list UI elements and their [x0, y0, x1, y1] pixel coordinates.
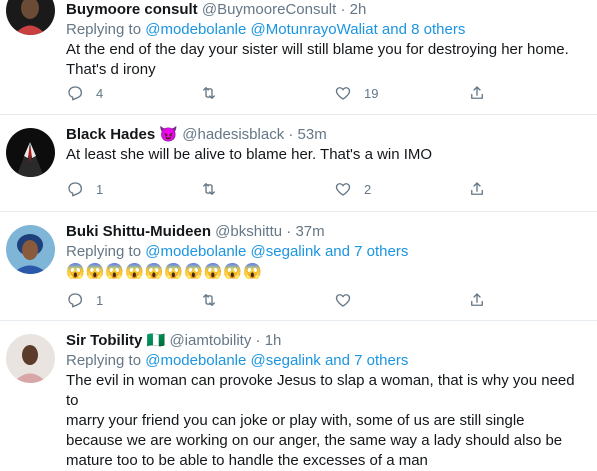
- reply-button[interactable]: 1: [66, 180, 200, 198]
- author-emoji-badge: 😈: [159, 126, 179, 143]
- timestamp[interactable]: 1h: [265, 332, 282, 349]
- retweet-icon: [203, 183, 215, 195]
- like-count: 2: [364, 181, 372, 197]
- retweet-button[interactable]: [200, 84, 334, 102]
- retweet-icon: [203, 294, 215, 306]
- nigeria-flag-icon: 🇳🇬: [146, 332, 166, 349]
- like-button[interactable]: 2: [334, 180, 468, 198]
- author-name[interactable]: Black Hades: [66, 126, 155, 143]
- like-icon: [335, 183, 351, 196]
- replying-to: Replying to @modebolanle @segalink and 7…: [66, 351, 587, 371]
- mention-link[interactable]: @MotunrayoWaliat: [251, 21, 378, 38]
- tweet-header: Buymoore consult @BuymooreConsult · 2h: [66, 0, 587, 20]
- tweet-text-line: That's d irony: [66, 61, 156, 78]
- reply-icon: [68, 182, 83, 197]
- retweet-icon: [203, 87, 215, 99]
- tweet-text-line: At the end of the day your sister will s…: [66, 41, 569, 58]
- tweet-text: 😱😱😱😱😱😱😱😱😱😱: [66, 262, 587, 282]
- tweet-actions: 1: [66, 290, 486, 310]
- reply-button[interactable]: 4: [66, 84, 200, 102]
- replying-to-label: Replying to: [66, 352, 142, 369]
- author-name[interactable]: Buymoore consult: [66, 1, 198, 18]
- retweet-button[interactable]: [200, 180, 334, 198]
- tweet[interactable]: Buki Shittu-Muideen @bkshittu · 37m Repl…: [0, 212, 597, 321]
- others-link[interactable]: and 8 others: [382, 21, 465, 38]
- share-button[interactable]: [468, 180, 486, 198]
- replying-to-label: Replying to: [66, 243, 142, 260]
- tweet-text-line: because we are working on our anger, the…: [66, 432, 563, 449]
- timestamp[interactable]: 37m: [295, 223, 324, 240]
- mention-link[interactable]: @modebolanle: [145, 21, 246, 38]
- author-handle[interactable]: @iamtobility: [169, 332, 251, 349]
- replying-to: Replying to @modebolanle @segalink and 7…: [66, 242, 587, 262]
- separator-dot: ·: [288, 126, 294, 143]
- reply-count: 1: [96, 292, 104, 308]
- others-link[interactable]: and 7 others: [325, 352, 408, 369]
- mention-link[interactable]: @segalink: [251, 352, 321, 369]
- mention-link[interactable]: @modebolanle: [145, 243, 246, 260]
- author-handle[interactable]: @BuymooreConsult: [202, 1, 336, 18]
- timestamp[interactable]: 53m: [298, 126, 327, 143]
- tweet-text: At least she will be alive to blame her.…: [66, 146, 433, 163]
- retweet-button[interactable]: [200, 291, 334, 309]
- share-icon: [471, 86, 483, 99]
- like-icon: [335, 87, 351, 100]
- tweet[interactable]: Black Hades 😈 @hadesisblack · 53m At lea…: [0, 115, 597, 212]
- tweet-text: The evil in woman can provoke Jesus to s…: [66, 371, 587, 471]
- share-icon: [471, 293, 483, 306]
- mention-link[interactable]: @segalink: [251, 243, 321, 260]
- like-count: 19: [364, 85, 379, 101]
- others-link[interactable]: and 7 others: [325, 243, 408, 260]
- avatar[interactable]: [6, 0, 55, 35]
- reply-icon: [68, 86, 83, 101]
- separator-dot: ·: [340, 1, 346, 18]
- tweet-header: Black Hades 😈 @hadesisblack · 53m: [66, 125, 587, 145]
- tweet[interactable]: Buymoore consult @BuymooreConsult · 2h R…: [0, 0, 597, 115]
- reply-count: 4: [96, 85, 104, 101]
- like-button[interactable]: 19: [334, 84, 468, 102]
- share-button[interactable]: [468, 84, 486, 102]
- reply-button[interactable]: 1: [66, 291, 200, 309]
- tweet-text: At the end of the day your sister will s…: [66, 40, 587, 80]
- like-button[interactable]: [334, 291, 468, 309]
- author-name[interactable]: Buki Shittu-Muideen: [66, 223, 211, 240]
- tweet-text-line: The evil in woman can provoke Jesus to s…: [66, 372, 575, 409]
- tweet-header: Buki Shittu-Muideen @bkshittu · 37m: [66, 222, 587, 242]
- tweet-header: Sir Tobility 🇳🇬 @iamtobility · 1h: [66, 331, 587, 351]
- author-handle[interactable]: @hadesisblack: [182, 126, 284, 143]
- tweet-actions: 1 2: [66, 179, 486, 199]
- replying-to-label: Replying to: [66, 21, 142, 38]
- mention-link[interactable]: @modebolanle: [145, 352, 246, 369]
- tweet-text-line: mature too to be able to handle the exce…: [66, 452, 428, 469]
- author-handle[interactable]: @bkshittu: [215, 223, 282, 240]
- timestamp[interactable]: 2h: [350, 1, 367, 18]
- reply-count: 1: [96, 181, 104, 197]
- replying-to: Replying to @modebolanle @MotunrayoWalia…: [66, 20, 587, 40]
- share-button[interactable]: [468, 291, 486, 309]
- avatar[interactable]: [6, 334, 55, 383]
- separator-dot: ·: [286, 223, 292, 240]
- reply-icon: [68, 293, 83, 308]
- like-icon: [335, 294, 351, 307]
- tweet[interactable]: Sir Tobility 🇳🇬 @iamtobility · 1h Replyi…: [0, 321, 597, 469]
- share-icon: [471, 182, 483, 195]
- separator-dot: ·: [255, 332, 261, 349]
- avatar[interactable]: [6, 225, 55, 274]
- emoji-string: 😱😱😱😱😱😱😱😱😱😱: [66, 263, 263, 280]
- avatar[interactable]: [6, 128, 55, 177]
- tweet-text-line: marry your friend you can joke or play w…: [66, 412, 525, 429]
- tweet-actions: 4 19: [66, 83, 486, 103]
- author-name[interactable]: Sir Tobility: [66, 332, 142, 349]
